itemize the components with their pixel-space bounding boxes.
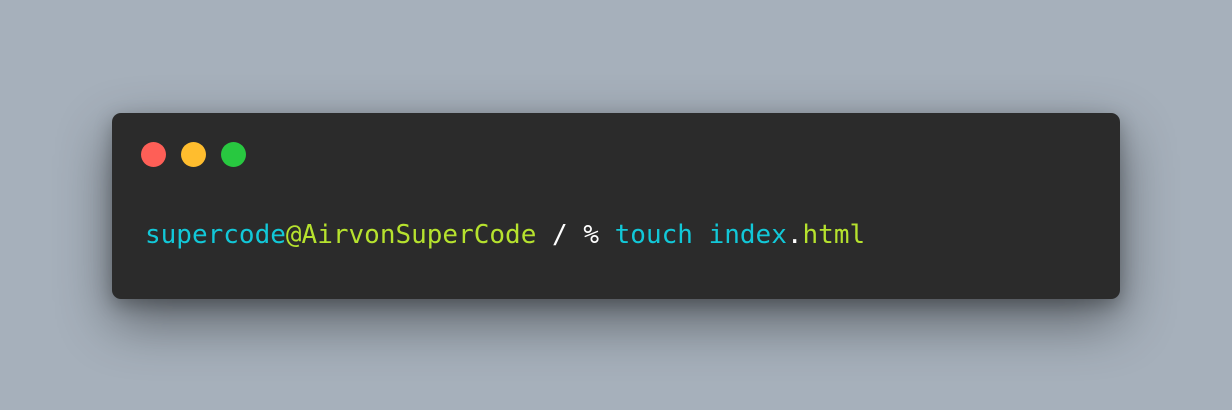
prompt-symbol: % <box>583 220 599 250</box>
window-controls <box>141 142 246 167</box>
command-arg-ext: html <box>802 220 866 250</box>
maximize-button[interactable] <box>221 142 246 167</box>
terminal-window: supercode@AirvonSuperCode / % touch inde… <box>112 113 1120 299</box>
command-line[interactable]: supercode@AirvonSuperCode / % touch inde… <box>145 217 865 253</box>
command-arg-dot: . <box>786 220 803 250</box>
prompt-host: AirvonSuperCode <box>301 220 537 250</box>
command-name: touch <box>614 220 693 250</box>
close-button[interactable] <box>141 142 166 167</box>
prompt-user: supercode <box>145 220 286 250</box>
minimize-button[interactable] <box>181 142 206 167</box>
prompt-path: / <box>552 220 568 250</box>
command-arg-base: index <box>708 220 787 250</box>
prompt-at: @ <box>285 220 302 250</box>
